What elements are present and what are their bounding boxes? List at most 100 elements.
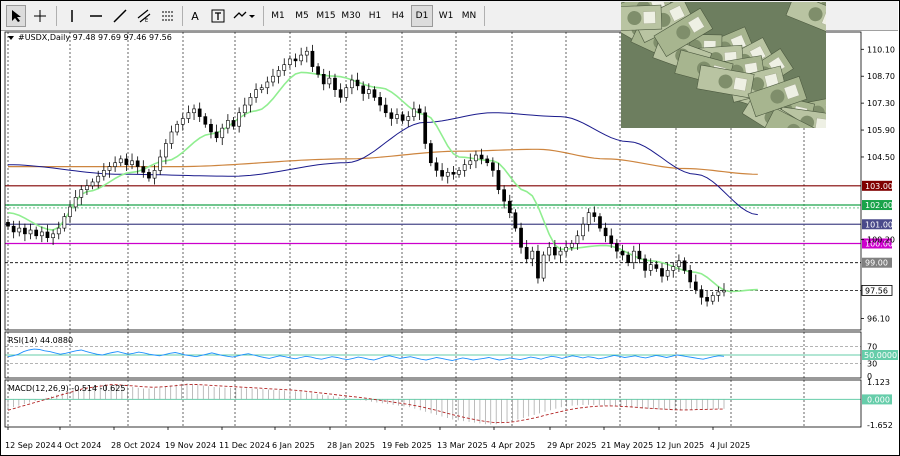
level-badge-label: 103.00 xyxy=(865,182,893,191)
candle-body xyxy=(541,254,546,279)
candle-body xyxy=(417,108,422,114)
candle-body xyxy=(434,162,439,171)
timeframe-m15[interactable]: M15 xyxy=(314,5,338,27)
timeframe-m30[interactable]: M30 xyxy=(339,5,363,27)
price-tick-label: 96.10 xyxy=(867,314,890,323)
candle-body xyxy=(259,87,264,90)
time-axis-label: 4 Oct 2024 xyxy=(57,441,101,450)
candle-body xyxy=(73,197,78,208)
candle-body xyxy=(175,123,179,133)
candle-body xyxy=(547,247,552,256)
timeframe-m1[interactable]: M1 xyxy=(267,5,289,27)
banknote-band xyxy=(814,117,826,128)
candle-body xyxy=(457,170,461,175)
candle-body xyxy=(164,143,168,158)
candle-body xyxy=(271,75,275,83)
arrows-icon xyxy=(233,11,255,19)
time-axis-label: 4 Apr 2025 xyxy=(491,441,535,450)
level-badge-label: 97.56 xyxy=(865,286,888,295)
time-axis-label: 21 May 2025 xyxy=(601,441,653,450)
candle-body xyxy=(17,227,22,233)
candle-body xyxy=(6,222,10,227)
candle-body xyxy=(648,264,653,271)
candle-body xyxy=(293,58,298,62)
candle-body xyxy=(96,175,101,183)
timeframe-w1[interactable]: W1 xyxy=(435,5,457,27)
candle-body xyxy=(288,58,292,65)
trendline-button[interactable] xyxy=(110,5,130,27)
candle-body xyxy=(333,77,337,90)
time-axis-label: 19 Feb 2025 xyxy=(382,441,432,450)
candle-body xyxy=(152,170,157,179)
money-stack-photo xyxy=(621,2,826,128)
candle-body xyxy=(530,250,535,260)
candle-body xyxy=(186,112,191,119)
candle-body xyxy=(637,250,642,260)
rsi-tick-label: 30 xyxy=(867,359,877,368)
candle-body xyxy=(631,250,636,264)
candle-body xyxy=(361,85,366,94)
horizontal-line-button[interactable] xyxy=(86,5,106,27)
candle-body xyxy=(592,212,597,217)
svg-text:E: E xyxy=(145,18,148,23)
equidistant-channel-button[interactable]: E xyxy=(134,5,154,27)
timeframe-d1[interactable]: D1 xyxy=(411,5,433,27)
candle-body xyxy=(316,66,320,75)
candle-body xyxy=(45,231,50,239)
candle-body xyxy=(485,158,490,164)
time-axis-label: 6 Jan 2025 xyxy=(272,441,315,450)
candle-body xyxy=(445,172,450,177)
candle-body xyxy=(147,172,151,179)
candle-body xyxy=(34,229,39,237)
candle-body xyxy=(90,181,95,187)
candle-body xyxy=(643,258,647,271)
candle-body xyxy=(141,166,146,173)
candle-body xyxy=(564,247,568,252)
candle-body xyxy=(626,254,631,264)
symbol-collapse-icon[interactable] xyxy=(8,36,14,40)
timeframe-m5[interactable]: M5 xyxy=(291,5,313,27)
arrows-menu-button[interactable] xyxy=(231,5,257,27)
candle-body xyxy=(310,50,315,67)
rsi-tick-label: 70 xyxy=(867,343,877,352)
text-label-button[interactable] xyxy=(208,5,228,27)
price-tick-label: 100.20 xyxy=(867,236,895,245)
candle-body xyxy=(575,235,580,244)
fibonacci-icon xyxy=(162,11,174,21)
candle-body xyxy=(620,250,625,256)
cursor-tool-button[interactable] xyxy=(6,5,26,27)
candle-body xyxy=(665,270,670,277)
candle-body xyxy=(609,235,614,244)
candle-body xyxy=(242,104,247,114)
candle-body xyxy=(28,229,33,235)
candle-body xyxy=(344,87,349,98)
timeframe-mn[interactable]: MN xyxy=(458,5,480,27)
trendline-icon xyxy=(113,9,127,23)
fibonacci-button[interactable] xyxy=(158,5,178,27)
text-label-icon xyxy=(211,9,225,23)
candle-body xyxy=(524,247,529,260)
vertical-line-button[interactable] xyxy=(62,5,82,27)
candle-body xyxy=(23,227,27,235)
banknote-band xyxy=(642,11,656,24)
crosshair-tool-button[interactable] xyxy=(30,5,50,27)
toolbar-separator xyxy=(182,6,183,26)
candle-body xyxy=(11,225,16,233)
level-badge-label: 101.00 xyxy=(865,220,893,229)
text-tool-button[interactable]: A xyxy=(185,5,205,27)
candle-body xyxy=(581,223,585,237)
candle-body xyxy=(338,89,343,98)
candle-body xyxy=(209,123,213,133)
timeframe-h1[interactable]: H1 xyxy=(364,5,386,27)
candle-body xyxy=(265,81,270,89)
candle-body xyxy=(406,116,411,121)
timeframe-h4[interactable]: H4 xyxy=(387,5,409,27)
candle-body xyxy=(519,227,523,248)
banknotes-image xyxy=(621,2,826,128)
candle-body xyxy=(282,64,287,71)
candle-body xyxy=(428,143,433,164)
candle-body xyxy=(412,108,416,117)
candle-body xyxy=(299,54,304,62)
candle-body xyxy=(490,162,495,171)
toolbar-separator xyxy=(484,6,485,26)
